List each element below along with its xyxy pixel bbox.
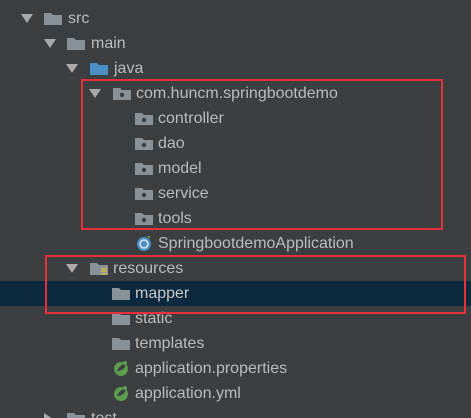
tree-row-tools[interactable]: tools (0, 206, 471, 231)
tree-row-label: mapper (135, 285, 190, 302)
expand-arrow-icon[interactable] (21, 14, 33, 23)
package-icon (135, 163, 153, 175)
folder-icon (112, 288, 130, 300)
expand-arrow-icon[interactable] (89, 89, 101, 98)
project-tree: src main java com.huncm.springbootdemo c… (0, 0, 471, 418)
tree-row-label: controller (158, 110, 224, 127)
package-icon (135, 113, 153, 125)
collapsed-arrow-icon[interactable] (44, 413, 53, 418)
tree-row-resources[interactable]: resources (0, 256, 471, 281)
tree-row-label: service (158, 185, 209, 202)
tree-row-label: resources (113, 260, 184, 277)
tree-row-package-root[interactable]: com.huncm.springbootdemo (0, 81, 471, 106)
spring-config-icon (114, 386, 128, 401)
resources-folder-icon (90, 263, 108, 275)
tree-row-templates[interactable]: templates (0, 331, 471, 356)
folder-icon (112, 313, 130, 325)
tree-row-test[interactable]: test (0, 406, 471, 418)
tree-row-main[interactable]: main (0, 31, 471, 56)
package-icon (135, 213, 153, 225)
expand-arrow-icon[interactable] (66, 64, 78, 73)
expand-arrow-icon[interactable] (44, 39, 56, 48)
tree-row-static[interactable]: static (0, 306, 471, 331)
tree-row-application-yml[interactable]: application.yml (0, 381, 471, 406)
tree-row-dao[interactable]: dao (0, 131, 471, 156)
package-icon (135, 188, 153, 200)
tree-row-java[interactable]: java (0, 56, 471, 81)
tree-row-label: templates (135, 335, 205, 352)
tree-row-src[interactable]: src (0, 6, 471, 31)
tree-row-label: main (91, 35, 126, 52)
spring-class-icon (137, 236, 151, 251)
tree-row-label: src (68, 10, 90, 27)
tree-row-label: static (135, 310, 173, 327)
tree-row-label: model (158, 160, 202, 177)
expand-arrow-icon[interactable] (66, 264, 78, 273)
package-icon (135, 138, 153, 150)
folder-icon (112, 338, 130, 350)
folder-icon (44, 13, 62, 25)
source-folder-icon (90, 63, 108, 75)
tree-row-label: application.properties (135, 360, 288, 377)
tree-row-label: application.yml (135, 385, 241, 402)
tree-row-service[interactable]: service (0, 181, 471, 206)
tree-row-label: com.huncm.springbootdemo (136, 85, 338, 102)
tree-row-label: test (91, 406, 117, 418)
tree-row-model[interactable]: model (0, 156, 471, 181)
tree-row-label: SpringbootdemoApplication (158, 235, 354, 252)
folder-icon (67, 38, 85, 50)
spring-config-icon (114, 361, 128, 376)
tree-row-application-properties[interactable]: application.properties (0, 356, 471, 381)
tree-row-label: tools (158, 210, 192, 227)
tree-row-label: java (114, 60, 144, 77)
folder-icon (67, 413, 85, 418)
tree-row-mapper[interactable]: mapper (0, 281, 471, 306)
tree-row-application-class[interactable]: SpringbootdemoApplication (0, 231, 471, 256)
tree-row-label: dao (158, 135, 185, 152)
package-icon (113, 88, 131, 100)
tree-row-controller[interactable]: controller (0, 106, 471, 131)
